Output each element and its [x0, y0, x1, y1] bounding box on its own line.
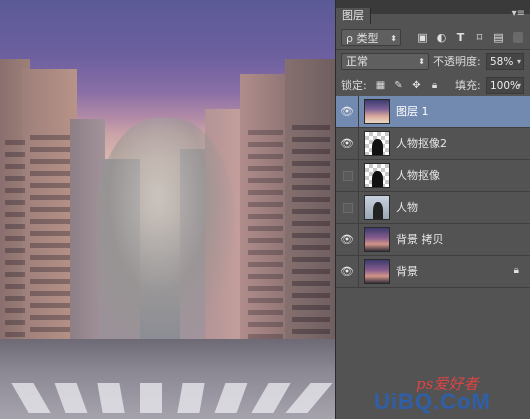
adjustment-filter-icon[interactable]: ◐	[435, 31, 448, 44]
layer-thumbnail	[364, 195, 390, 220]
layer-thumbnail	[364, 131, 390, 156]
shape-filter-icon[interactable]: ⌑	[473, 31, 486, 44]
chevron-updown-icon: ⬍	[418, 57, 425, 66]
image-filter-icon[interactable]: ▣	[416, 31, 429, 44]
fill-input[interactable]: 100% ▾	[486, 77, 524, 94]
visibility-eye-icon[interactable]: 👁︎	[340, 265, 354, 279]
opacity-label: 不透明度:	[433, 55, 481, 68]
blend-mode-select[interactable]: 正常 ⬍	[341, 53, 429, 70]
layer-kind-filter-select[interactable]: ρ 类型 ⬍	[341, 29, 401, 46]
opacity-value: 58%	[490, 56, 514, 68]
layer-row[interactable]: 人物	[336, 192, 530, 224]
lock-image-pixels-icon[interactable]: ✎	[392, 79, 405, 92]
layer-name: 人物抠像2	[396, 137, 447, 150]
layer-name: 背景	[396, 265, 418, 278]
opacity-input[interactable]: 58% ▾	[486, 53, 524, 70]
lock-label: 锁定:	[341, 79, 367, 92]
visibility-eye-icon[interactable]: 👁︎	[340, 233, 354, 247]
document-canvas[interactable]	[0, 0, 335, 419]
fill-value: 100%	[490, 80, 521, 92]
filter-row: ρ 类型 ⬍ ▣ ◐ T ⌑ ▤	[336, 26, 530, 50]
chevron-down-icon[interactable]: ▾	[517, 54, 521, 70]
layer-row[interactable]: 👁︎ 背景 🔒︎	[336, 256, 530, 288]
layer-name: 图层 1	[396, 105, 429, 118]
blend-row: 正常 ⬍ 不透明度: 58% ▾	[336, 50, 530, 74]
layer-name: 人物	[396, 201, 418, 214]
watermark-main: UiBQ.CoM	[374, 389, 491, 414]
lock-row: 锁定: ▦ ✎ ✥ 🔒︎ 填充: 100% ▾	[336, 74, 530, 98]
layer-row[interactable]: 👁︎ 图层 1	[336, 96, 530, 128]
watermark: ps爱好者 UiBQ.CoM	[364, 371, 524, 417]
visibility-eye-icon[interactable]: 👁︎	[340, 137, 354, 151]
smartobject-filter-icon[interactable]: ▤	[492, 31, 505, 44]
lock-all-icon[interactable]: 🔒︎	[428, 79, 441, 92]
visibility-eye-icon[interactable]: 👁︎	[340, 105, 354, 119]
layer-row[interactable]: 人物抠像	[336, 160, 530, 192]
lock-position-icon[interactable]: ✥	[410, 79, 423, 92]
fill-label: 填充:	[455, 79, 481, 92]
type-filter-icon[interactable]: T	[454, 31, 467, 44]
filter-kind-label: 类型	[356, 32, 379, 45]
layer-name: 背景 拷贝	[396, 233, 444, 246]
visibility-toggle-off[interactable]	[343, 171, 353, 181]
chevron-down-icon[interactable]: ▾	[517, 78, 521, 94]
panel-menu-icon[interactable]: ▾≡	[512, 8, 525, 19]
layer-thumbnail	[364, 227, 390, 252]
lock-transparent-pixels-icon[interactable]: ▦	[374, 79, 387, 92]
layer-thumbnail	[364, 99, 390, 124]
layer-name: 人物抠像	[396, 169, 440, 182]
layer-row[interactable]: 👁︎ 人物抠像2	[336, 128, 530, 160]
layer-thumbnail	[364, 259, 390, 284]
tab-layers[interactable]: 图层	[336, 8, 371, 24]
chevron-updown-icon: ⬍	[390, 34, 397, 43]
blend-mode-value: 正常	[346, 55, 368, 68]
street	[0, 339, 335, 419]
search-icon: ρ	[346, 32, 353, 45]
layers-panel: 图层 ▾≡ ρ 类型 ⬍ ▣ ◐ T ⌑ ▤ 正常 ⬍ 不透明度: 58% ▾ …	[335, 0, 530, 419]
visibility-toggle-off[interactable]	[343, 203, 353, 213]
layer-row[interactable]: 👁︎ 背景 拷贝	[336, 224, 530, 256]
filter-toggle-icon[interactable]	[513, 32, 523, 43]
ghost-portrait-overlay	[95, 118, 235, 348]
layer-thumbnail	[364, 163, 390, 188]
lock-icon: 🔒︎	[513, 265, 519, 276]
